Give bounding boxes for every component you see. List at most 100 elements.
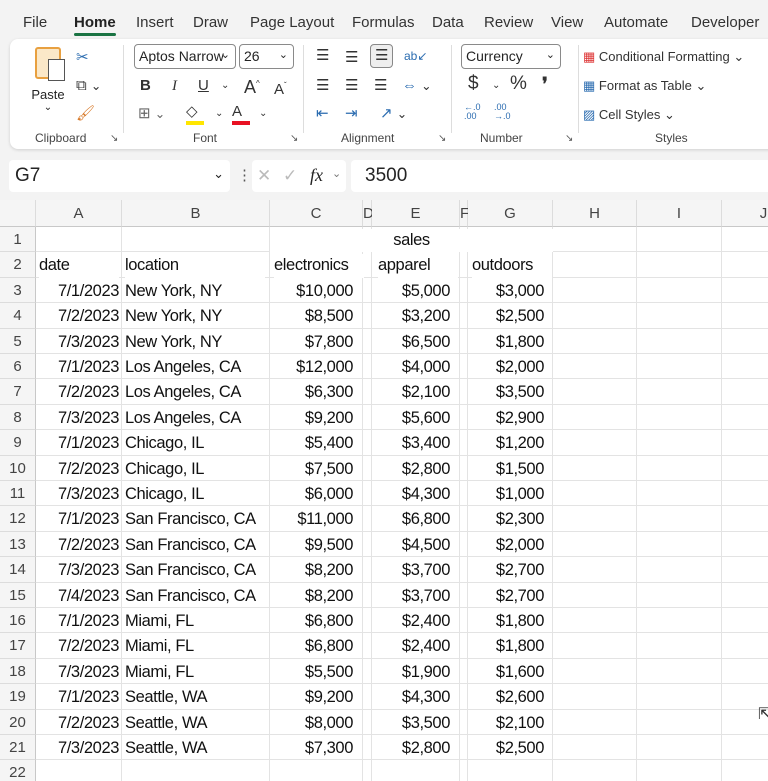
outdoors-cell[interactable]: $1,800 [468, 635, 544, 658]
tab-page-layout[interactable]: Page Layout [250, 14, 334, 31]
electronics-cell[interactable]: $5,400 [270, 432, 353, 455]
font-name-dropdown[interactable]: Aptos Narrow ⌄ [134, 44, 236, 69]
apparel-cell[interactable]: $4,500 [363, 534, 450, 557]
tab-developer[interactable]: Developer [691, 14, 759, 31]
apparel-cell[interactable]: $6,500 [363, 331, 450, 354]
outdoors-cell[interactable]: $2,700 [468, 559, 544, 582]
column-header-B[interactable]: B [122, 200, 270, 227]
electronics-cell[interactable]: $6,000 [270, 483, 353, 506]
date-cell[interactable]: 7/3/2023 [36, 331, 119, 354]
location-cell[interactable]: San Francisco, CA [125, 585, 270, 608]
percent-button[interactable]: % [510, 74, 527, 93]
column-header-F[interactable]: F [460, 200, 469, 227]
location-cell[interactable]: Los Angeles, CA [125, 407, 270, 430]
apparel-cell[interactable]: $3,700 [363, 585, 450, 608]
location-cell[interactable]: Chicago, IL [125, 483, 270, 506]
tab-formulas[interactable]: Formulas [352, 14, 415, 31]
location-cell[interactable]: Chicago, IL [125, 458, 270, 481]
apparel-cell[interactable]: $3,500 [363, 712, 450, 735]
date-cell[interactable]: 7/2/2023 [36, 712, 119, 735]
chevron-down-icon[interactable]: ⌄ [221, 77, 229, 95]
apparel-cell[interactable]: $4,300 [363, 483, 450, 506]
outdoors-cell[interactable]: $2,000 [468, 356, 544, 379]
row-header-21[interactable]: 21 [0, 735, 36, 761]
row-header-15[interactable]: 15 [0, 582, 36, 608]
date-cell[interactable]: 7/1/2023 [36, 508, 119, 531]
electronics-cell[interactable]: $11,000 [270, 508, 353, 531]
location-cell[interactable]: New York, NY [125, 305, 270, 328]
tab-data[interactable]: Data [432, 14, 464, 31]
format-as-table-button[interactable]: ▦ Format as Table ⌄ [583, 78, 706, 94]
date-cell[interactable]: 7/3/2023 [36, 661, 119, 684]
outdoors-cell[interactable]: $2,000 [468, 534, 544, 557]
decrease-font-size-icon[interactable]: Aˇ [274, 77, 287, 99]
electronics-cell[interactable]: $6,800 [270, 635, 353, 658]
outdoors-cell[interactable]: $1,000 [468, 483, 544, 506]
date-cell[interactable]: 7/1/2023 [36, 280, 119, 303]
electronics-cell[interactable]: $7,300 [270, 737, 353, 760]
outdoors-cell[interactable]: $1,800 [468, 610, 544, 633]
chevron-down-icon[interactable]: ⌄ [213, 166, 224, 182]
column-header-G[interactable]: G [468, 200, 553, 227]
tab-file[interactable]: File [23, 14, 47, 31]
insert-function-button[interactable]: fx [310, 165, 323, 186]
row-header-7[interactable]: 7 [0, 379, 36, 405]
outdoors-cell[interactable]: $2,700 [468, 585, 544, 608]
electronics-cell[interactable]: $8,200 [270, 585, 353, 608]
apparel-cell[interactable]: $2,800 [363, 458, 450, 481]
date-cell[interactable]: 7/1/2023 [36, 686, 119, 709]
date-cell[interactable]: 7/3/2023 [36, 737, 119, 760]
outdoors-cell[interactable]: $2,600 [468, 686, 544, 709]
row-header-14[interactable]: 14 [0, 557, 36, 583]
row-header-5[interactable]: 5 [0, 328, 36, 354]
row-header-16[interactable]: 16 [0, 608, 36, 634]
tab-view[interactable]: View [551, 14, 583, 31]
date-cell[interactable]: 7/2/2023 [36, 534, 119, 557]
date-cell[interactable]: 7/2/2023 [36, 305, 119, 328]
format-painter-icon[interactable]: 🖌 [76, 105, 95, 123]
decrease-indent-icon[interactable]: ⇤ [316, 105, 329, 123]
header-cell[interactable]: location [125, 254, 265, 278]
row-header-4[interactable]: 4 [0, 303, 36, 329]
borders-icon[interactable]: ⊞ ⌄ [138, 105, 165, 123]
row-header-8[interactable]: 8 [0, 404, 36, 431]
date-cell[interactable]: 7/2/2023 [36, 381, 119, 404]
outdoors-cell[interactable]: $1,600 [468, 661, 544, 684]
tab-draw[interactable]: Draw [193, 14, 228, 31]
location-cell[interactable]: Miami, FL [125, 661, 270, 684]
tab-insert[interactable]: Insert [136, 14, 174, 31]
row-header-2[interactable]: 2 [0, 252, 36, 278]
apparel-cell[interactable]: $4,300 [363, 686, 450, 709]
date-cell[interactable]: 7/3/2023 [36, 407, 119, 430]
spreadsheet-grid[interactable]: A B C D E F G H I J 1 2 3 4 5 6 7 8 9 10 11 12 13 14 15 16 17 18 19 2… [0, 200, 768, 781]
electronics-cell[interactable]: $10,000 [270, 280, 353, 303]
electronics-cell[interactable]: $8,200 [270, 559, 353, 582]
header-cell[interactable]: electronics [274, 254, 364, 278]
comma-style-button[interactable]: ❜ [542, 75, 548, 93]
column-header-E[interactable]: E [372, 200, 460, 227]
apparel-cell[interactable]: $2,400 [363, 635, 450, 658]
increase-font-size-icon[interactable]: A^ [244, 75, 260, 96]
align-right-icon[interactable]: ☰ [374, 77, 387, 95]
outdoors-cell[interactable]: $1,800 [468, 331, 544, 354]
align-middle-icon[interactable]: ☰ [345, 49, 358, 67]
location-cell[interactable]: Seattle, WA [125, 712, 270, 735]
outdoors-cell[interactable]: $2,300 [468, 508, 544, 531]
date-cell[interactable]: 7/4/2023 [36, 585, 119, 608]
copy-icon[interactable]: ⧉ ⌄ [76, 77, 101, 95]
date-cell[interactable]: 7/1/2023 [36, 432, 119, 455]
column-header-H[interactable]: H [553, 200, 637, 227]
location-cell[interactable]: Los Angeles, CA [125, 381, 270, 404]
title-cell[interactable]: sales [270, 229, 553, 253]
location-cell[interactable]: Chicago, IL [125, 432, 270, 455]
row-header-12[interactable]: 12 [0, 506, 36, 532]
row-header-19[interactable]: 19 [0, 684, 36, 710]
merge-center-icon[interactable]: ⇔ ⌄ [402, 77, 432, 95]
increase-indent-icon[interactable]: ⇥ [345, 105, 358, 123]
outdoors-cell[interactable]: $2,900 [468, 407, 544, 430]
paste-button[interactable]: Paste ⌄ [28, 47, 68, 119]
apparel-cell[interactable]: $3,400 [363, 432, 450, 455]
align-top-icon[interactable]: ☰ [316, 47, 329, 65]
location-cell[interactable]: Los Angeles, CA [125, 356, 270, 379]
column-header-A[interactable]: A [36, 200, 122, 227]
